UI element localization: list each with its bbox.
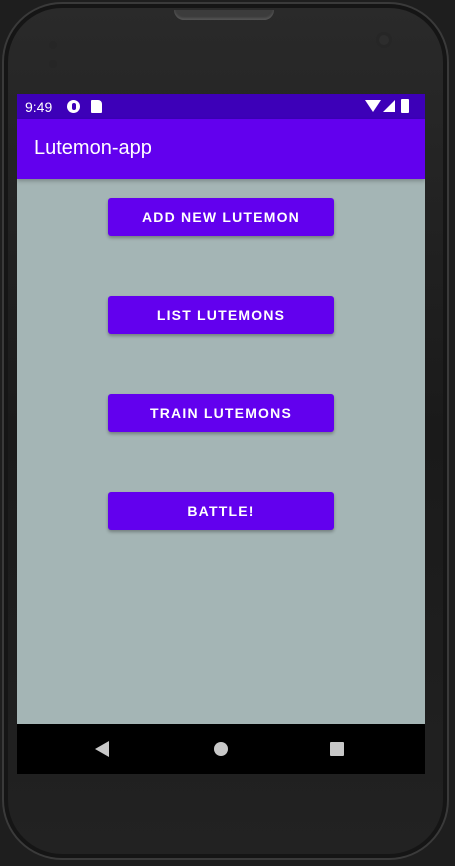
wifi-icon [365, 100, 381, 112]
cell-signal-icon [383, 100, 395, 112]
app-bar: Lutemon-app [17, 119, 425, 179]
proximity-sensor [49, 34, 69, 68]
status-bar: 9:49 [17, 94, 425, 119]
recents-icon[interactable] [330, 742, 344, 756]
add-new-lutemon-button[interactable]: ADD NEW LUTEMON [108, 198, 334, 236]
navigation-bar [17, 724, 425, 774]
train-lutemons-button[interactable]: TRAIN LUTEMONS [108, 394, 334, 432]
list-lutemons-button[interactable]: LIST LUTEMONS [108, 296, 334, 334]
sd-card-icon [91, 100, 102, 113]
phone-screen: 9:49 Lutemon-app ADD NEW LUTEMON LIST LU… [17, 94, 425, 774]
home-icon[interactable] [214, 742, 228, 756]
battle-button[interactable]: BATTLE! [108, 492, 334, 530]
back-icon[interactable] [95, 741, 109, 757]
earpiece-speaker [174, 10, 274, 20]
status-time: 9:49 [25, 99, 53, 115]
status-right-icons [365, 99, 417, 114]
front-camera [376, 32, 392, 48]
data-saver-icon [67, 100, 80, 113]
emulator-frame: 9:49 Lutemon-app ADD NEW LUTEMON LIST LU… [0, 0, 455, 866]
battery-icon [401, 99, 409, 113]
app-title: Lutemon-app [34, 137, 152, 159]
